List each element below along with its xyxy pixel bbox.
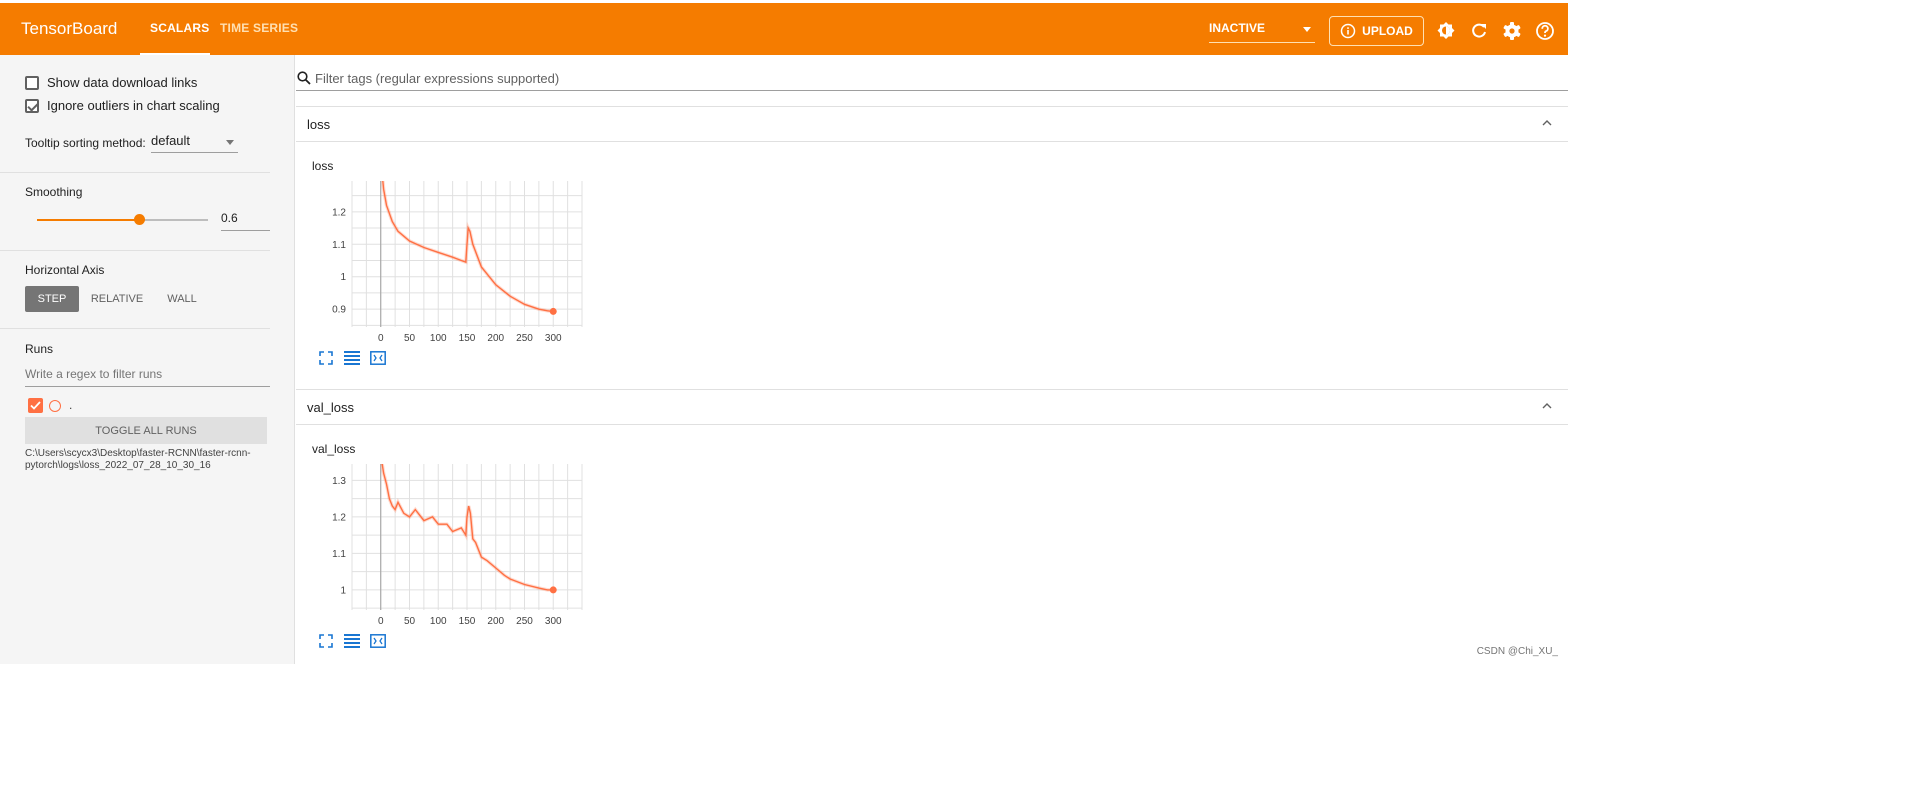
card-group-title: loss	[307, 117, 331, 132]
card-body-loss: loss 0 50 100 150 200 250 300 0.9 1 1.1 1.2	[296, 143, 1568, 387]
divider	[0, 172, 270, 173]
x-tick-label: 300	[545, 616, 562, 627]
axis-wall-button[interactable]: WALL	[157, 286, 207, 312]
y-tick-label: 1	[340, 272, 346, 283]
smoothing-label: Smoothing	[25, 185, 83, 199]
run-name: .	[69, 398, 73, 412]
run-status-value: INACTIVE	[1209, 21, 1266, 35]
y-tick-label: 1.3	[332, 476, 346, 487]
y-tick-label: 1	[340, 585, 346, 596]
checkbox-unchecked-icon[interactable]	[25, 75, 39, 90]
x-tick-label: 50	[404, 616, 416, 627]
run-status-dropdown[interactable]: INACTIVE	[1209, 21, 1315, 43]
chart-tools	[318, 633, 386, 649]
sidebar: Show data download links Ignore outliers…	[0, 55, 295, 664]
horizontal-axis-label: Horizontal Axis	[25, 263, 105, 277]
series-last-point	[549, 307, 557, 315]
smoothing-slider-fill	[37, 219, 140, 221]
x-tick-label: 200	[487, 333, 504, 344]
check-icon	[30, 401, 41, 410]
divider	[0, 328, 270, 329]
show-download-links-checkbox[interactable]: Show data download links	[25, 75, 197, 90]
chevron-up-icon[interactable]	[1542, 401, 1552, 411]
y-tick-label: 1.2	[332, 512, 346, 523]
fullscreen-icon[interactable]	[318, 633, 334, 649]
x-tick-label: 50	[404, 333, 416, 344]
fullscreen-icon[interactable]	[318, 350, 334, 366]
info-icon	[1340, 23, 1356, 39]
x-tick-label: 100	[430, 333, 447, 344]
card-header-loss[interactable]: loss	[296, 106, 1568, 142]
runs-filter-placeholder: Write a regex to filter runs	[25, 367, 163, 381]
upload-button[interactable]: UPLOAD	[1329, 16, 1424, 46]
fit-domain-icon[interactable]	[370, 350, 386, 366]
x-tick-label: 250	[516, 333, 533, 344]
show-download-links-label: Show data download links	[47, 75, 198, 90]
run-color-circle-icon[interactable]	[49, 400, 61, 412]
app-brand: TensorBoard	[21, 19, 118, 38]
y-tick-label: 0.9	[332, 305, 346, 316]
settings-icon[interactable]	[1501, 20, 1523, 42]
tooltip-sorting-label: Tooltip sorting method:	[25, 136, 146, 150]
watermark: CSDN @Chi_XU_	[1476, 646, 1558, 657]
top-app-bar: TensorBoard SCALARS TIME SERIES INACTIVE…	[0, 0, 1568, 55]
chart-title: loss	[312, 159, 334, 173]
theme-icon[interactable]	[1435, 20, 1457, 42]
x-tick-label: 300	[545, 333, 562, 344]
data-table-icon[interactable]	[344, 633, 360, 649]
runs-filter-input[interactable]: Write a regex to filter runs	[25, 367, 270, 387]
card-group-title: val_loss	[307, 400, 354, 415]
help-icon[interactable]	[1534, 20, 1556, 42]
data-table-icon[interactable]	[344, 350, 360, 366]
card-header-val-loss[interactable]: val_loss	[296, 389, 1568, 425]
chevron-down-icon	[226, 140, 234, 145]
fit-domain-icon[interactable]	[370, 633, 386, 649]
smoothing-value: 0.6	[221, 211, 238, 225]
smoothing-value-input[interactable]: 0.6	[221, 211, 270, 231]
tooltip-sorting-select[interactable]: default	[151, 133, 238, 153]
tag-filter-bar[interactable]: Filter tags (regular expressions support…	[296, 64, 1568, 91]
run-log-path: C:\Users\scycx3\Desktop\faster-RCNN\fast…	[25, 448, 251, 471]
x-tick-label: 150	[459, 616, 476, 627]
tag-filter-placeholder: Filter tags (regular expressions support…	[315, 71, 560, 86]
y-tick-label: 1.1	[332, 240, 346, 251]
x-tick-label: 200	[487, 616, 504, 627]
runs-label: Runs	[25, 342, 54, 356]
x-tick-label: 100	[430, 616, 447, 627]
tab-time-series[interactable]: TIME SERIES	[220, 21, 298, 35]
checkbox-checked-icon[interactable]	[25, 98, 39, 113]
y-tick-label: 1.2	[332, 207, 346, 218]
tooltip-sorting-value: default	[151, 133, 191, 148]
axis-step-button[interactable]: STEP	[25, 286, 79, 312]
series-last-point	[549, 586, 557, 594]
x-tick-label: 250	[516, 616, 533, 627]
refresh-icon[interactable]	[1468, 20, 1490, 42]
chart-title: val_loss	[312, 442, 356, 456]
axis-relative-button[interactable]: RELATIVE	[86, 286, 148, 312]
x-tick-label: 0	[378, 333, 384, 344]
chart-tools	[318, 350, 386, 366]
loss-chart[interactable]: 0 50 100 150 200 250 300 0.9 1 1.1 1.2	[316, 177, 596, 347]
chevron-up-icon[interactable]	[1542, 118, 1552, 128]
tab-scalars[interactable]: SCALARS	[150, 21, 209, 35]
card-body-val-loss: val_loss 0 50 100 150 200 250 300 1 1.1 1.2 1.3	[296, 426, 1568, 664]
search-icon	[297, 71, 311, 85]
y-tick-label: 1.1	[332, 549, 346, 560]
ignore-outliers-label: Ignore outliers in chart scaling	[47, 98, 220, 113]
upload-label: UPLOAD	[1362, 24, 1413, 38]
divider	[0, 250, 270, 251]
toggle-all-runs-button[interactable]: TOGGLE ALL RUNS	[25, 417, 267, 444]
ignore-outliers-checkbox[interactable]: Ignore outliers in chart scaling	[25, 98, 220, 113]
smoothing-slider-thumb[interactable]	[134, 214, 146, 225]
val-loss-chart[interactable]: 0 50 100 150 200 250 300 1 1.1 1.2 1.3	[316, 460, 596, 630]
x-tick-label: 0	[378, 616, 384, 627]
x-tick-label: 150	[459, 333, 476, 344]
chevron-down-icon	[1303, 27, 1311, 32]
run-checkbox[interactable]	[28, 398, 43, 413]
